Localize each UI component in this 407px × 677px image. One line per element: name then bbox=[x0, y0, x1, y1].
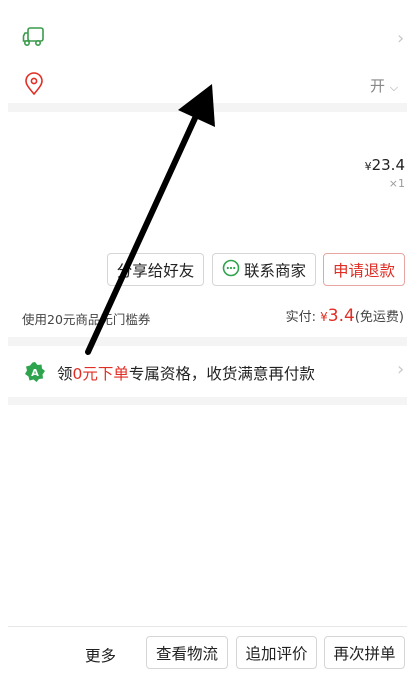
annotation-arrow-icon bbox=[85, 84, 215, 355]
